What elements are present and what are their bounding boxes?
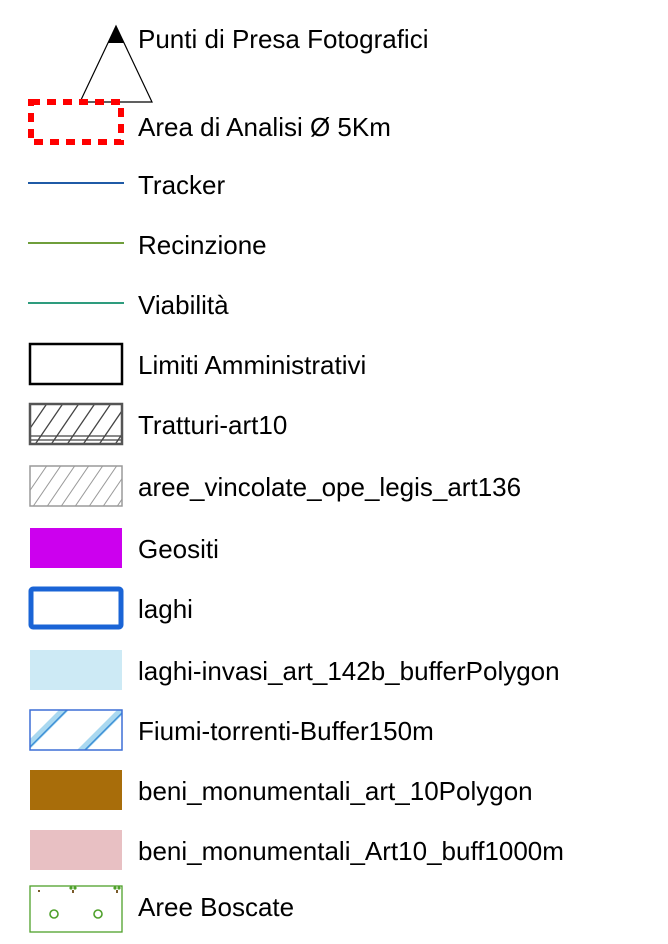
- line-icon: [28, 228, 124, 272]
- legend-label: Tracker: [138, 170, 226, 200]
- legend-label: beni_monumentali_art_10Polygon: [138, 776, 533, 806]
- legend-label: laghi: [138, 594, 193, 624]
- legend-item-recinzione: Recinzione: [0, 228, 668, 288]
- legend-item-aree-boscate: Aree Boscate: [0, 884, 668, 944]
- legend-item-area-analisi: Area di Analisi Ø 5Km: [0, 99, 668, 160]
- legend-label: Fiumi-torrenti-Buffer150m: [138, 716, 434, 746]
- legend-item-viabilita: Viabilità: [0, 288, 668, 348]
- filled-rectangle-icon: [28, 526, 124, 570]
- blue-outline-rectangle-icon: [28, 586, 124, 630]
- legend-label: Aree Boscate: [138, 892, 295, 922]
- outline-rectangle-icon: [28, 342, 124, 386]
- legend-label: Viabilità: [138, 290, 229, 320]
- line-icon: [28, 288, 124, 332]
- legend-item-punti-presa: Punti di Presa Fotografici: [0, 8, 668, 103]
- map-legend: Punti di Presa Fotografici Area di Anali…: [0, 0, 668, 933]
- light-hatched-rectangle-icon: [28, 464, 124, 508]
- legend-label: Geositi: [138, 534, 219, 564]
- legend-item-fiumi-torrenti: Fiumi-torrenti-Buffer150m: [0, 708, 668, 768]
- legend-label: Tratturi-art10: [138, 410, 288, 440]
- hatched-rectangle-icon: [28, 402, 124, 446]
- dashed-rectangle-icon: [28, 99, 124, 145]
- legend-label: Limiti Amministrativi: [138, 350, 367, 380]
- legend-item-tracker: Tracker: [0, 168, 668, 228]
- legend-label: laghi-invasi_art_142b_bufferPolygon: [138, 656, 560, 686]
- legend-label: aree_vincolate_ope_legis_art136: [138, 472, 522, 502]
- legend-item-laghi: laghi: [0, 586, 668, 646]
- legend-item-laghi-invasi: laghi-invasi_art_142b_bufferPolygon: [0, 648, 668, 708]
- triangle-marker-icon: [76, 8, 153, 104]
- filled-rectangle-icon: [28, 768, 124, 812]
- filled-rectangle-icon: [28, 648, 124, 692]
- legend-item-tratturi: Tratturi-art10: [0, 402, 668, 462]
- legend-item-geositi: Geositi: [0, 526, 668, 586]
- legend-label: Recinzione: [138, 230, 267, 260]
- legend-item-beni-monumentali-buffer: beni_monumentali_Art10_buff1000m: [0, 828, 668, 888]
- legend-item-aree-vincolate: aree_vincolate_ope_legis_art136: [0, 464, 668, 524]
- legend-item-beni-monumentali-polygon: beni_monumentali_art_10Polygon: [0, 768, 668, 828]
- blue-hatched-rectangle-icon: [28, 708, 124, 752]
- line-icon: [28, 168, 124, 212]
- filled-rectangle-icon: [28, 828, 124, 872]
- legend-label: Punti di Presa Fotografici: [138, 24, 429, 54]
- legend-item-limiti-amministrativi: Limiti Amministrativi: [0, 342, 668, 402]
- legend-label: beni_monumentali_Art10_buff1000m: [138, 836, 564, 866]
- tree-pattern-rectangle-icon: [28, 884, 124, 933]
- legend-label: Area di Analisi Ø 5Km: [138, 112, 391, 142]
